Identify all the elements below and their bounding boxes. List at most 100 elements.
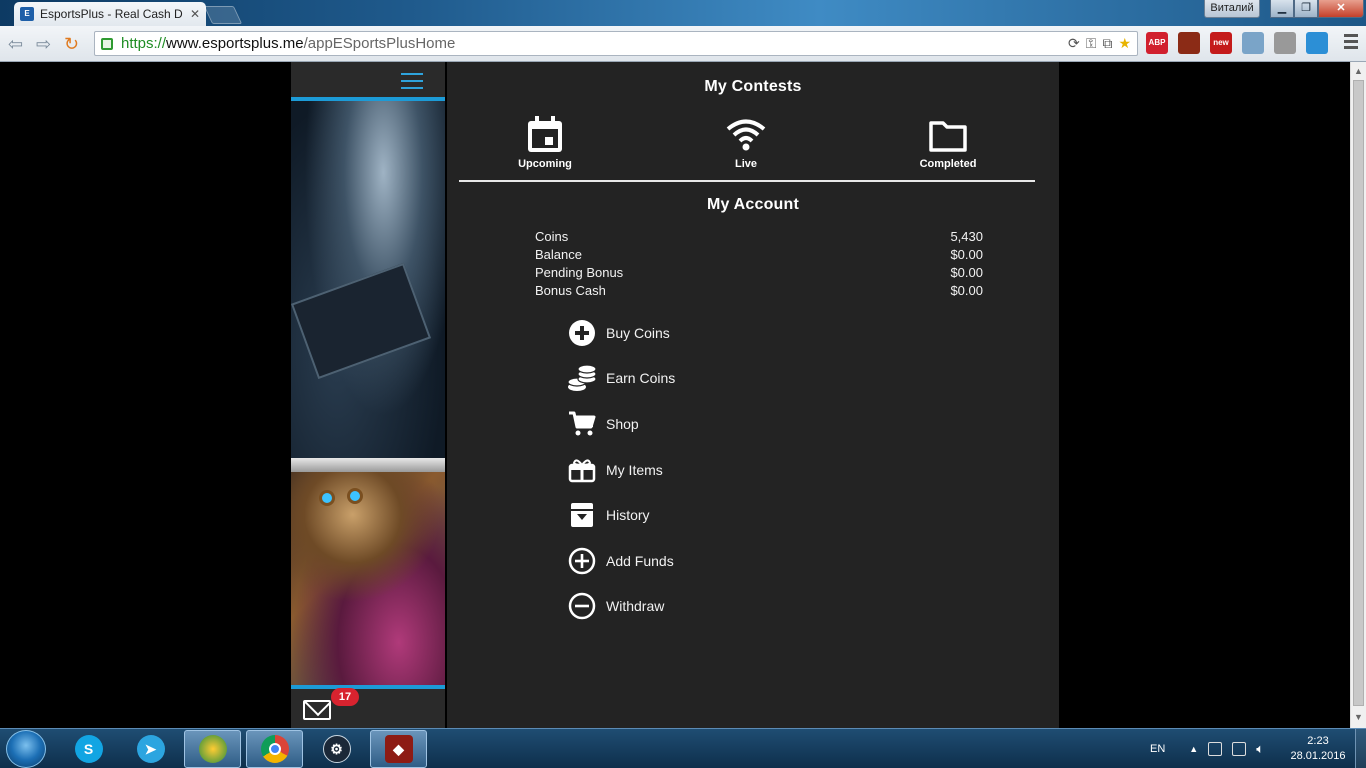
- scroll-up-arrow-icon[interactable]: ▲: [1354, 66, 1363, 76]
- taskbar-chrome[interactable]: [246, 730, 303, 768]
- extension-2-icon[interactable]: [1242, 32, 1264, 54]
- coins-stack-icon: [567, 364, 597, 392]
- scroll-down-arrow-icon[interactable]: ▼: [1354, 712, 1363, 722]
- address-bar[interactable]: https:// www.esportsplus.me /appESportsP…: [94, 31, 1138, 56]
- key-icon[interactable]: ⚿: [1086, 35, 1097, 52]
- extension-1-icon[interactable]: [1178, 32, 1200, 54]
- adblock-plus-icon[interactable]: ABP: [1146, 32, 1168, 54]
- sync-icon[interactable]: ⟳: [1068, 35, 1080, 52]
- page-scrollbar[interactable]: ▲ ▼: [1350, 62, 1366, 728]
- mail-icon: [303, 700, 331, 720]
- menu-item-earn-coins[interactable]: Earn Coins: [567, 356, 675, 402]
- url-host: www.esportsplus.me: [166, 35, 304, 52]
- minimize-button[interactable]: ▁: [1270, 0, 1294, 18]
- menu-item-add-funds[interactable]: Add Funds: [567, 538, 675, 584]
- gift-box-icon: [568, 459, 596, 482]
- tab-live-label: Live: [734, 158, 757, 170]
- plus-circle-outline-icon: [568, 547, 596, 575]
- menu-item-label: My Items: [606, 461, 663, 478]
- taskbar-dota[interactable]: ◆: [370, 730, 427, 768]
- site-favicon-icon: E: [20, 7, 34, 21]
- menu-item-history[interactable]: History: [567, 492, 675, 538]
- menu-item-buy-coins[interactable]: Buy Coins: [567, 310, 675, 356]
- taskbar-app[interactable]: [184, 730, 241, 768]
- skype-icon: S: [74, 735, 103, 763]
- menu-item-label: Shop: [606, 415, 639, 432]
- profile-button[interactable]: Виталий: [1204, 0, 1260, 18]
- taskbar-steam[interactable]: ⚙: [308, 730, 365, 768]
- account-row-label: Bonus Cash: [535, 283, 606, 298]
- messages-button[interactable]: 17: [301, 688, 359, 724]
- wifi-icon: [726, 119, 766, 151]
- menu-item-label: Earn Coins: [606, 370, 676, 387]
- menu-item-shop[interactable]: Shop: [567, 401, 675, 447]
- extension-3-icon[interactable]: [1274, 32, 1296, 54]
- account-row-coins: Coins 5,430: [535, 228, 983, 246]
- close-button[interactable]: ✕: [1318, 0, 1364, 18]
- account-row-value: $0.00: [950, 283, 983, 298]
- folder-icon: [929, 121, 967, 152]
- start-button[interactable]: [6, 730, 46, 768]
- account-row-bonus-cash: Bonus Cash $0.00: [535, 282, 983, 300]
- clock-time: 2:23: [1307, 735, 1329, 747]
- section-divider: [459, 180, 1035, 182]
- account-row-label: Coins: [535, 229, 569, 244]
- account-row-value: $0.00: [950, 265, 983, 280]
- new-tab-button[interactable]: [203, 6, 243, 24]
- steam-icon: ⚙: [322, 735, 351, 763]
- taskbar-telegram[interactable]: ➤: [122, 730, 179, 768]
- scroll-thumb[interactable]: [1353, 80, 1364, 706]
- tray-expand-icon[interactable]: ▲: [1189, 744, 1198, 754]
- dota-icon: ◆: [384, 735, 413, 763]
- taskbar-skype[interactable]: S: [60, 730, 117, 768]
- sidebar-accent-line-bottom: [291, 685, 445, 689]
- menu-item-label: History: [606, 507, 650, 524]
- robot-eye-right: [347, 488, 363, 504]
- tab-completed[interactable]: Completed: [893, 114, 1003, 170]
- extension-4-icon[interactable]: [1306, 32, 1328, 54]
- translate-icon[interactable]: ⧉: [1102, 35, 1112, 52]
- game-banner-image-2[interactable]: [291, 472, 445, 685]
- tab-completed-label: Completed: [919, 158, 977, 170]
- reload-button[interactable]: ↻: [64, 34, 79, 55]
- account-row-label: Balance: [535, 247, 582, 262]
- account-row-label: Pending Bonus: [535, 265, 624, 280]
- windows-taskbar: S ➤ ⚙ ◆ EN ▲ 🔈︎ 2:23 28.01.2016: [0, 728, 1366, 768]
- forward-button[interactable]: ⇨: [36, 34, 51, 55]
- tray-network-icon[interactable]: [1208, 742, 1223, 756]
- clock-date: 28.01.2016: [1290, 750, 1346, 762]
- tab-close-icon[interactable]: ✕: [190, 7, 200, 21]
- tab-live[interactable]: Live: [691, 114, 801, 170]
- chrome-menu-icon[interactable]: [1344, 34, 1358, 52]
- back-button[interactable]: ⇦: [8, 34, 23, 55]
- game-banner-image[interactable]: [290, 101, 445, 458]
- account-row-value: 5,430: [950, 229, 983, 244]
- banner-separator: [291, 458, 445, 472]
- show-desktop-button[interactable]: [1355, 729, 1366, 768]
- account-row-balance: Balance $0.00: [535, 246, 983, 264]
- system-clock[interactable]: 2:23 28.01.2016: [1290, 734, 1346, 764]
- extension-new-icon[interactable]: new: [1210, 32, 1232, 54]
- menu-item-label: Add Funds: [606, 552, 674, 569]
- maximize-button[interactable]: ❐: [1294, 0, 1318, 18]
- menu-item-my-items[interactable]: My Items: [567, 447, 675, 493]
- telegram-icon: ➤: [136, 735, 165, 763]
- tab-title: EsportsPlus - Real Cash D: [40, 7, 183, 21]
- volume-icon[interactable]: 🔈︎: [1256, 741, 1264, 757]
- system-tray: EN ▲ 🔈︎: [1150, 729, 1264, 768]
- app-icon: [198, 735, 227, 763]
- menu-item-withdraw[interactable]: Withdraw: [567, 584, 675, 630]
- sidebar: 17: [290, 62, 445, 728]
- account-title: My Account: [706, 196, 800, 213]
- tab-upcoming[interactable]: Upcoming: [490, 114, 600, 170]
- language-indicator[interactable]: EN: [1150, 743, 1165, 755]
- browser-titlebar: E EsportsPlus - Real Cash D ✕ Виталий ▁ …: [0, 0, 1366, 26]
- browser-tab[interactable]: E EsportsPlus - Real Cash D ✕: [14, 2, 206, 26]
- hamburger-menu-icon[interactable]: [401, 73, 423, 94]
- tab-upcoming-label: Upcoming: [518, 158, 572, 170]
- contests-title: My Contests: [704, 78, 802, 95]
- tray-device-icon[interactable]: [1232, 742, 1247, 756]
- banner-art-shape: [290, 262, 432, 380]
- bookmark-star-icon[interactable]: ★: [1118, 35, 1131, 52]
- mail-count-badge: 17: [331, 688, 359, 706]
